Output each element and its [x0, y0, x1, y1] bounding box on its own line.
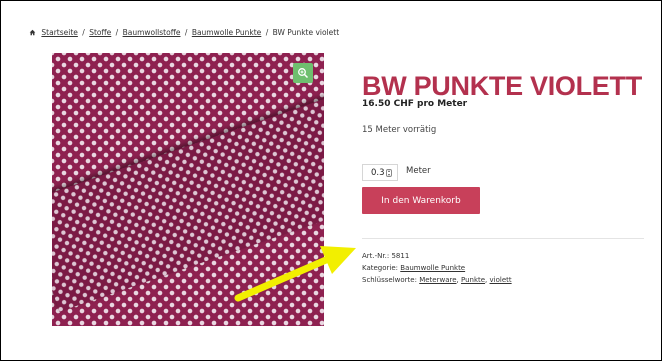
breadcrumb-link-home[interactable]: Startseite — [41, 28, 77, 37]
breadcrumb-separator: / — [265, 28, 269, 37]
quantity-value: 0.3 — [371, 167, 385, 178]
category-label: Kategorie: — [362, 264, 399, 272]
breadcrumb: Startseite / Stoffe / Baumwollstoffe / B… — [29, 28, 339, 37]
sku-value: 5811 — [391, 252, 410, 260]
tags-line: Schlüsselworte: Meterware, Punkte, viole… — [362, 276, 512, 284]
tag-link-meterware[interactable]: Meterware — [419, 276, 456, 284]
tag-link-punkte[interactable]: Punkte — [461, 276, 485, 284]
category-link[interactable]: Baumwolle Punkte — [400, 264, 465, 272]
breadcrumb-link-baumwollstoffe[interactable]: Baumwollstoffe — [123, 28, 181, 37]
quantity-unit: Meter — [406, 166, 431, 176]
sku-line: Art.-Nr.: 5811 — [362, 252, 409, 260]
sku-label: Art.-Nr.: — [362, 252, 390, 260]
breadcrumb-link-stoffe[interactable]: Stoffe — [89, 28, 111, 37]
category-line: Kategorie: Baumwolle Punkte — [362, 264, 465, 272]
divider — [362, 238, 644, 239]
zoom-button[interactable] — [293, 63, 313, 83]
breadcrumb-link-baumwolle-punkte[interactable]: Baumwolle Punkte — [192, 28, 262, 37]
product-title: BW PUNKTE VIOLETT — [362, 71, 642, 102]
product-price: 16.50 CHF pro Meter — [362, 99, 468, 109]
zoom-in-icon — [298, 68, 309, 79]
breadcrumb-separator: / — [82, 28, 85, 37]
breadcrumb-separator: / — [184, 28, 188, 37]
home-icon — [29, 29, 36, 36]
breadcrumb-separator: / — [115, 28, 119, 37]
quantity-stepper-icon[interactable] — [386, 169, 392, 177]
quantity-input[interactable]: 0.3 — [362, 164, 398, 181]
tags-label: Schlüsselworte: — [362, 276, 417, 284]
breadcrumb-current: BW Punkte violett — [272, 28, 340, 37]
add-to-cart-button[interactable]: In den Warenkorb — [362, 187, 480, 214]
tag-link-violett[interactable]: violett — [490, 276, 512, 284]
arrow-icon — [234, 246, 356, 302]
stock-status: 15 Meter vorrätig — [362, 125, 437, 135]
